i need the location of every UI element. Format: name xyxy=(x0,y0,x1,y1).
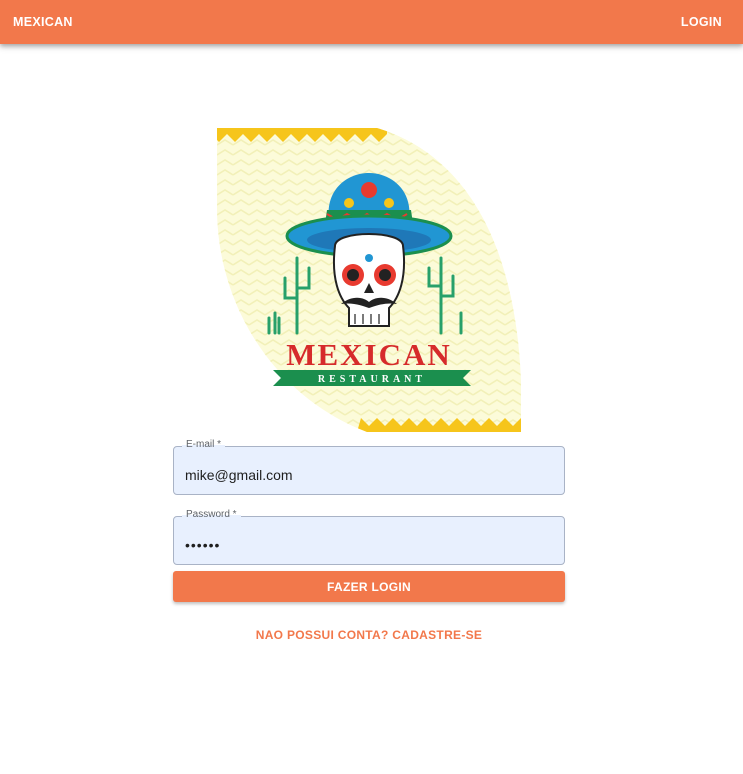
logo-image: MEXICAN RESTAURANT xyxy=(217,128,521,432)
restaurant-logo: MEXICAN RESTAURANT xyxy=(217,128,521,432)
login-button[interactable]: FAZER LOGIN xyxy=(173,571,565,602)
register-link[interactable]: NAO POSSUI CONTA? CADASTRE-SE xyxy=(173,628,565,642)
brand-title[interactable]: MEXICAN xyxy=(13,15,73,29)
password-field[interactable] xyxy=(174,517,564,564)
email-field-container: E-mail * xyxy=(173,439,565,495)
email-field[interactable] xyxy=(174,447,564,494)
svg-text:RESTAURANT: RESTAURANT xyxy=(318,374,426,385)
svg-text:MEXICAN: MEXICAN xyxy=(286,337,452,372)
login-form: E-mail * Password * FAZER LOGIN xyxy=(173,439,565,602)
password-field-container: Password * xyxy=(173,509,565,565)
app-bar: MEXICAN LOGIN xyxy=(0,0,743,44)
login-nav-button[interactable]: LOGIN xyxy=(681,15,722,29)
